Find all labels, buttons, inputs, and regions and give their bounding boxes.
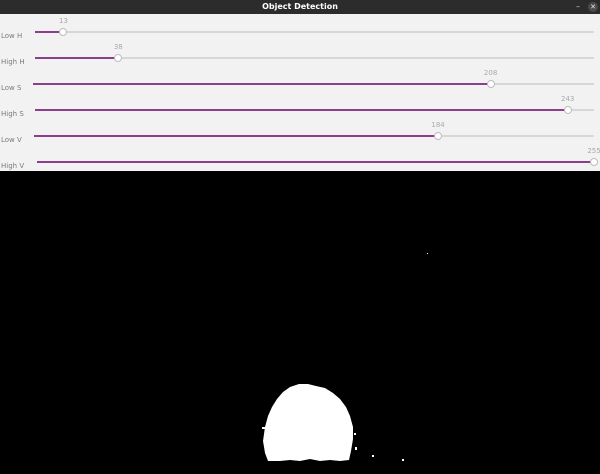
title-bar: Object Detection – ✕ bbox=[0, 0, 600, 14]
trackbar-panel: Low H 13 High H 38 Low S 208 High S 243 bbox=[0, 14, 600, 171]
high-v-slider[interactable]: 255 bbox=[37, 147, 600, 166]
slider-fill bbox=[34, 135, 439, 137]
high-s-slider[interactable]: 243 bbox=[35, 95, 594, 114]
high-h-slider[interactable]: 38 bbox=[35, 43, 594, 62]
slider-handle[interactable] bbox=[59, 28, 68, 36]
low-s-slider[interactable]: 208 bbox=[33, 69, 594, 88]
slider-label: Low S bbox=[1, 84, 22, 92]
slider-row-high-h: High H 38 bbox=[0, 43, 600, 76]
slider-value: 13 bbox=[59, 17, 68, 25]
slider-row-high-s: High S 243 bbox=[0, 95, 600, 128]
slider-handle[interactable] bbox=[114, 54, 123, 62]
slider-fill bbox=[35, 57, 119, 59]
slider-handle[interactable] bbox=[434, 132, 443, 140]
slider-value: 208 bbox=[483, 69, 498, 77]
window-title: Object Detection bbox=[262, 2, 338, 11]
slider-handle[interactable] bbox=[590, 158, 598, 166]
close-button[interactable]: ✕ bbox=[588, 2, 598, 12]
slider-value: 243 bbox=[561, 95, 575, 103]
mask-noise-speck bbox=[402, 459, 404, 461]
slider-label: High V bbox=[1, 162, 25, 170]
slider-label: Low V bbox=[1, 136, 22, 144]
slider-value: 184 bbox=[431, 121, 445, 129]
low-h-slider[interactable]: 13 bbox=[35, 17, 594, 36]
mask-noise-speck bbox=[354, 433, 356, 435]
slider-row-low-s: Low S 208 bbox=[0, 69, 600, 102]
slider-label: Low H bbox=[1, 32, 23, 40]
mask-noise-speck bbox=[427, 253, 428, 254]
slider-handle[interactable] bbox=[563, 106, 572, 114]
slider-row-low-h: Low H 13 bbox=[0, 17, 600, 50]
slider-row-low-v: Low V 184 bbox=[0, 121, 600, 154]
slider-value: 255 bbox=[587, 147, 600, 155]
mask-noise-speck bbox=[372, 455, 374, 457]
mask-noise-speck bbox=[271, 454, 273, 456]
minimize-button[interactable]: – bbox=[574, 2, 582, 11]
detection-mask-image bbox=[0, 171, 600, 470]
mask-image-viewport bbox=[0, 171, 600, 470]
slider-handle[interactable] bbox=[486, 80, 495, 88]
mask-noise-speck bbox=[262, 427, 265, 429]
slider-fill bbox=[37, 161, 594, 163]
slider-label: High S bbox=[1, 110, 24, 118]
low-v-slider[interactable]: 184 bbox=[34, 121, 594, 140]
slider-label: High H bbox=[1, 58, 25, 66]
mask-noise-speck bbox=[355, 447, 357, 450]
slider-fill bbox=[35, 109, 568, 111]
slider-fill bbox=[33, 83, 491, 85]
slider-value: 38 bbox=[113, 43, 123, 51]
